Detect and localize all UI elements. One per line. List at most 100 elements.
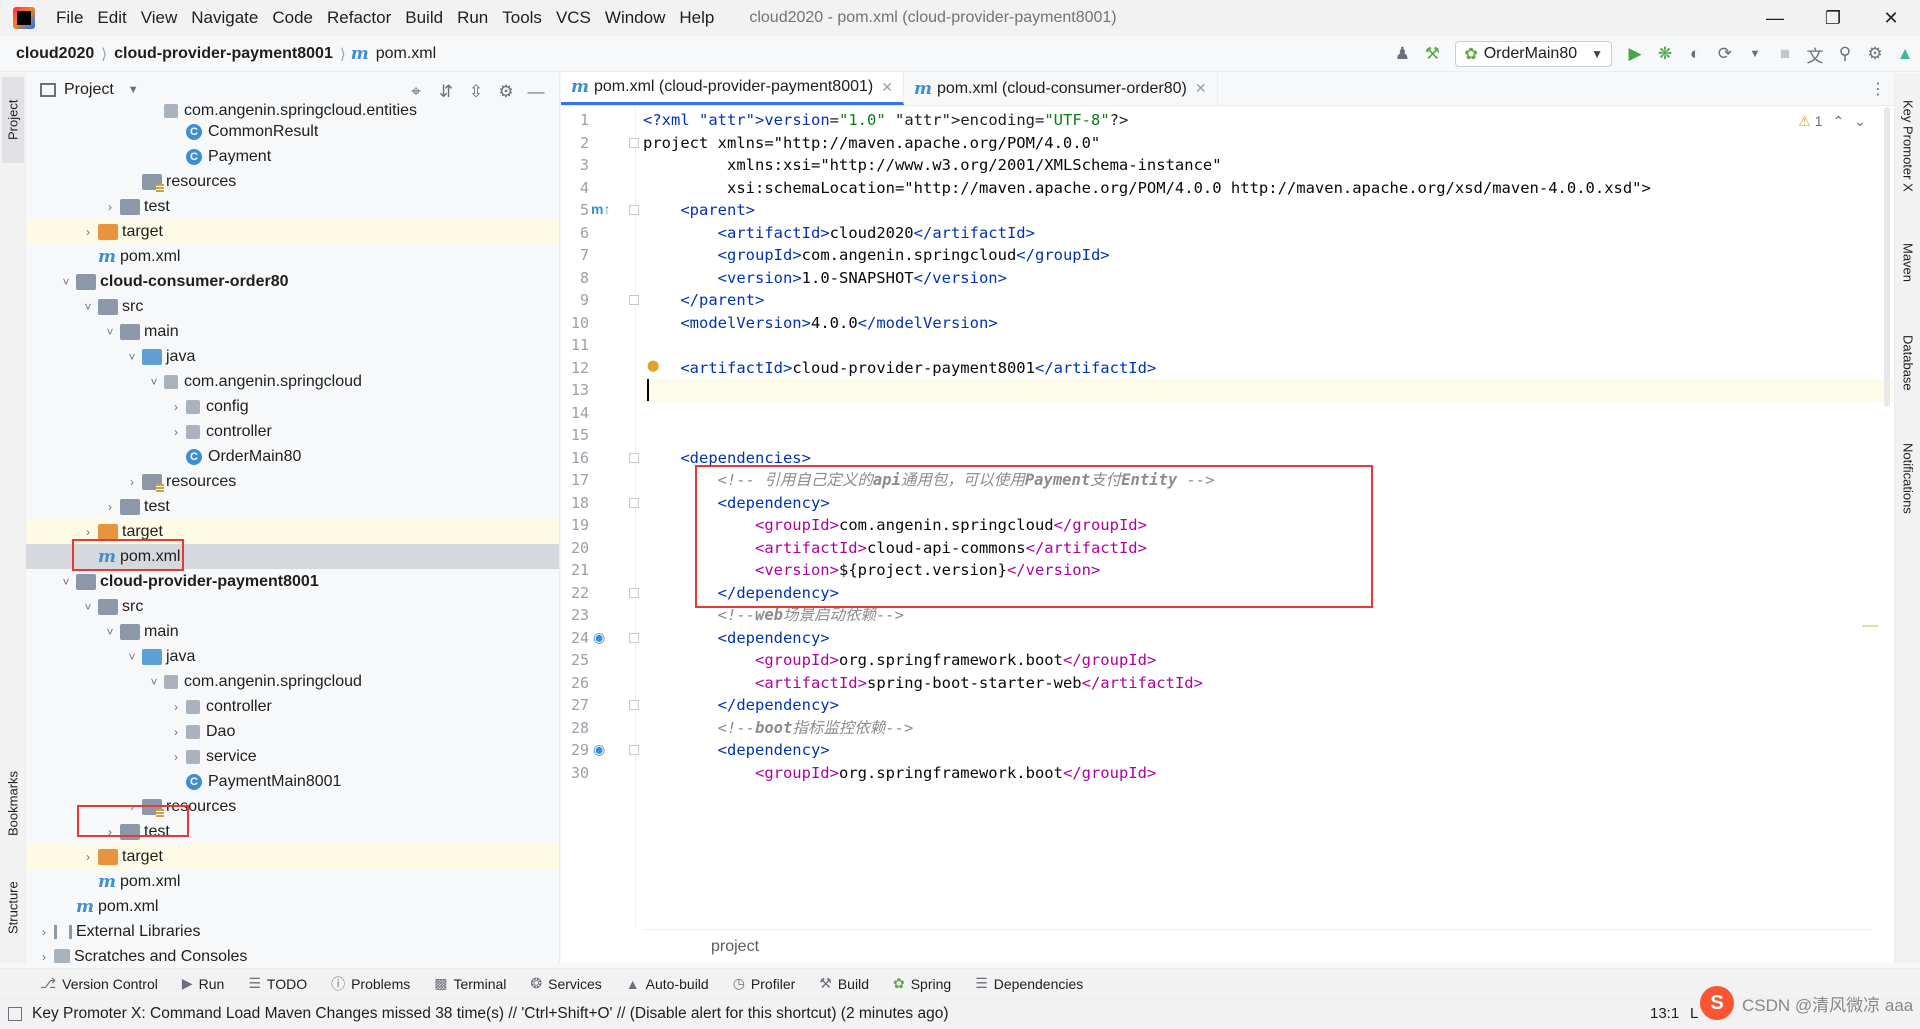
menu-window[interactable]: Window — [598, 0, 672, 36]
tool-tab-notifications[interactable]: Notifications — [1897, 423, 1919, 533]
more-tabs-icon[interactable]: ⋮ — [1870, 79, 1886, 99]
tool-tab-project[interactable]: Project — [2, 77, 24, 163]
code-line[interactable]: <dependency> — [643, 627, 1893, 650]
tree-row[interactable]: ˅ com.angenin.springcloud — [26, 369, 559, 394]
code-line[interactable] — [643, 424, 1893, 447]
chevron-down-icon[interactable]: ˅ — [58, 275, 74, 289]
chevron-down-icon[interactable]: ˅ — [146, 375, 162, 389]
status-message[interactable]: Key Promoter X: Command Load Maven Chang… — [32, 1005, 948, 1023]
code-line[interactable]: <!--boot指标监控依赖--> — [643, 717, 1893, 740]
code-line[interactable]: </parent> — [643, 289, 1893, 312]
tree-row[interactable]: › target — [26, 844, 559, 869]
tool-spring[interactable]: ✿ Spring — [893, 975, 951, 992]
intention-bulb-icon[interactable]: ⬤ — [647, 359, 659, 372]
tool-services[interactable]: ❂ Services — [530, 975, 601, 992]
code-line[interactable]: <?xml "attr">version="1.0" "attr">encodi… — [643, 109, 1893, 132]
chevron-right-icon[interactable]: › — [168, 400, 184, 414]
tree-row[interactable]: C OrderMain80 — [26, 444, 559, 469]
code-line[interactable]: <artifactId>cloud2020</artifactId> — [643, 222, 1893, 245]
code-line[interactable]: project xmlns="http://maven.apache.org/P… — [643, 132, 1893, 155]
profile-icon[interactable]: ⟳ — [1710, 39, 1740, 69]
code-view[interactable]: <?xml "attr">version="1.0" "attr">encodi… — [643, 107, 1893, 927]
menu-tools[interactable]: Tools — [495, 0, 549, 36]
code-line[interactable]: xsi:schemaLocation="http://maven.apache.… — [643, 177, 1893, 200]
tree-row[interactable]: C CommonResult — [26, 119, 559, 144]
chevron-up-icon[interactable]: ⌃ — [1833, 113, 1845, 130]
tree-row[interactable]: ˅ com.angenin.springcloud — [26, 669, 559, 694]
line-separator[interactable]: L — [1690, 1005, 1698, 1022]
tool-tab-database[interactable]: Database — [1897, 318, 1919, 408]
tool-terminal[interactable]: ▩ Terminal — [434, 975, 506, 992]
settings-gear-icon[interactable]: ⚙ — [1860, 39, 1890, 69]
tool-version-control[interactable]: ⎇ Version Control — [40, 975, 158, 992]
chevron-down-icon[interactable]: ˅ — [124, 350, 140, 364]
tree-row[interactable]: › controller — [26, 419, 559, 444]
chevron-right-icon[interactable]: › — [36, 925, 52, 939]
close-icon[interactable]: ✕ — [1862, 0, 1920, 36]
menu-help[interactable]: Help — [672, 0, 721, 36]
tool-run[interactable]: ▶ Run — [182, 975, 224, 992]
chevron-down-icon[interactable]: ˅ — [102, 325, 118, 339]
chevron-right-icon[interactable]: › — [36, 950, 52, 964]
fold-marker-icon[interactable] — [629, 700, 639, 710]
spring-bean-icon[interactable]: ◉ — [593, 741, 605, 758]
scroll-thumb[interactable] — [1884, 107, 1890, 407]
tree-row[interactable]: ˅ java — [26, 644, 559, 669]
editor-scrollbar[interactable] — [1862, 107, 1890, 927]
menu-run[interactable]: Run — [450, 0, 495, 36]
menu-vcs[interactable]: VCS — [549, 0, 598, 36]
tool-tab-maven[interactable]: Maven — [1897, 223, 1919, 303]
tree-row[interactable]: m pom.xml — [26, 869, 559, 894]
tree-row[interactable]: › config — [26, 394, 559, 419]
menu-navigate[interactable]: Navigate — [184, 0, 265, 36]
fold-marker-icon[interactable] — [629, 587, 639, 598]
tree-row[interactable]: › service — [26, 744, 559, 769]
tree-row[interactable]: C PaymentMain8001 — [26, 769, 559, 794]
tool-tab-structure[interactable]: Structure — [2, 863, 24, 953]
caret-position[interactable]: 13:1 — [1650, 1005, 1679, 1022]
tree-row[interactable]: › test — [26, 494, 559, 519]
chevron-right-icon[interactable]: › — [80, 225, 96, 239]
editor-gutter[interactable]: 1 2 3 4 5 6 7 8 9 10 11 12 13 14 15 16 17 18 19 20 21 22 23 24 2… — [561, 107, 639, 927]
code-line[interactable]: <artifactId>spring-boot-starter-web</art… — [643, 672, 1893, 695]
menu-edit[interactable]: Edit — [90, 0, 133, 36]
chevron-right-icon[interactable]: › — [102, 200, 118, 214]
editor-breadcrumb[interactable]: project — [643, 929, 1873, 963]
fold-marker-icon[interactable] — [629, 745, 639, 755]
restore-icon[interactable]: ❐ — [1804, 0, 1862, 36]
code-line[interactable]: xmlns:xsi="http://www.w3.org/2001/XMLSch… — [643, 154, 1893, 177]
stop-icon[interactable]: ■ — [1770, 39, 1800, 69]
fold-marker-icon[interactable] — [629, 632, 639, 643]
tool-auto-build[interactable]: ▲ Auto-build — [626, 976, 709, 992]
code-line[interactable]: <version>1.0-SNAPSHOT</version> — [643, 267, 1893, 290]
tree-row[interactable]: ˅ cloud-provider-payment8001 — [26, 569, 559, 594]
coverage-icon[interactable]: ◐ — [1680, 39, 1710, 69]
status-toggle-icon[interactable] — [8, 1007, 22, 1021]
tree-row[interactable]: ˅ src — [26, 594, 559, 619]
code-line[interactable]: <modelVersion>4.0.0</modelVersion> — [643, 312, 1893, 335]
tree-row[interactable]: › test — [26, 194, 559, 219]
tool-tab-key-promoter[interactable]: Key Promoter X — [1897, 83, 1919, 208]
plugin-logo-icon[interactable]: ▲ — [1890, 39, 1920, 69]
tree-row[interactable]: C Payment — [26, 144, 559, 169]
chevron-down-icon[interactable]: ˅ — [102, 625, 118, 639]
run-icon[interactable]: ▶ — [1620, 39, 1650, 69]
tree-row[interactable]: m pom.xml — [26, 244, 559, 269]
chevron-right-icon[interactable]: › — [80, 850, 96, 864]
tree-row[interactable]: ˅ cloud-consumer-order80 — [26, 269, 559, 294]
tree-row[interactable]: › Scratches and Consoles — [26, 944, 559, 964]
fold-marker-icon[interactable] — [629, 205, 639, 215]
tab-pom-order80[interactable]: m pom.xml (cloud-consumer-order80) ✕ — [904, 72, 1218, 105]
chevron-down-icon[interactable]: ⌄ — [1854, 113, 1866, 130]
tab-pom-payment8001[interactable]: m pom.xml (cloud-provider-payment8001) ✕ — [561, 72, 904, 105]
tree-row[interactable]: ˅ main — [26, 619, 559, 644]
menu-file[interactable]: File — [49, 0, 90, 36]
code-line[interactable]: <groupId>org.springframework.boot</group… — [643, 762, 1893, 785]
breadcrumb-module[interactable]: cloud-provider-payment8001 — [112, 45, 335, 63]
breadcrumb-file[interactable]: pom.xml — [374, 45, 438, 63]
tree-row[interactable]: › controller — [26, 694, 559, 719]
code-line[interactable] — [643, 402, 1893, 425]
code-line[interactable] — [643, 379, 1893, 402]
chevron-right-icon[interactable]: › — [168, 725, 184, 739]
close-icon[interactable]: ✕ — [1195, 80, 1207, 97]
